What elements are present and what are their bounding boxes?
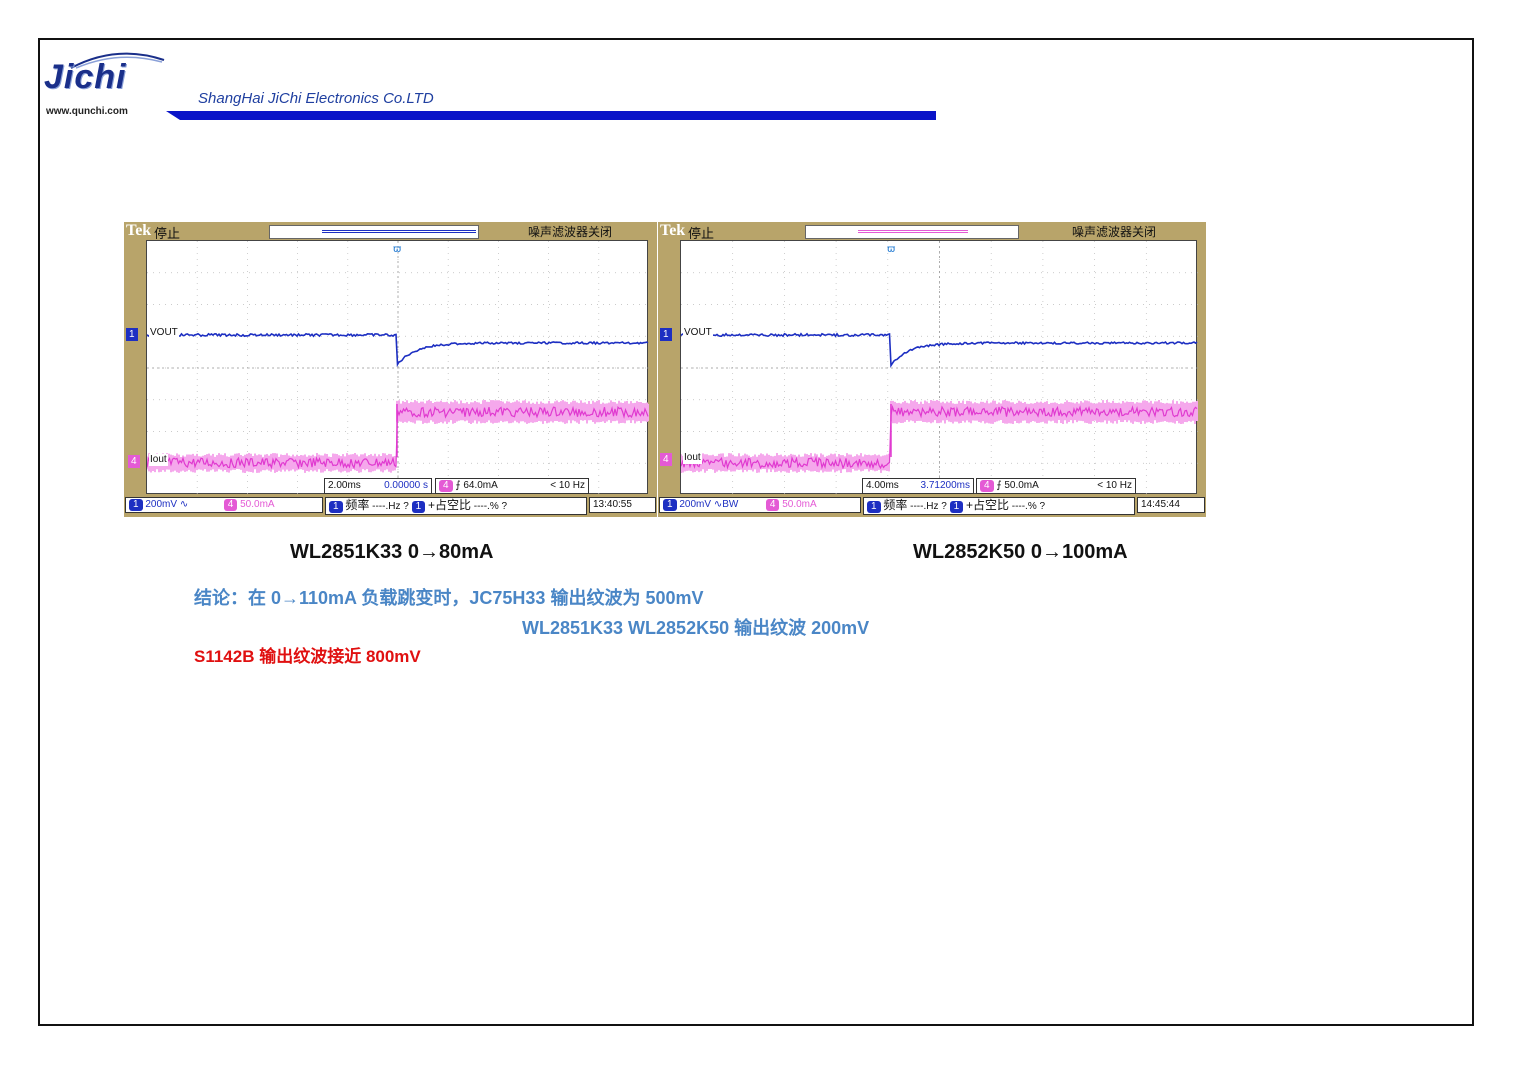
duty-label: +占空比 [965,498,1009,512]
ch4-marker: 4 [660,453,672,466]
timebase-box: 2.00ms 0.00000 s [324,478,432,494]
duty-value: ----.% [473,501,499,512]
freq-value: ----.Hz [910,501,939,512]
scope-bottom-row: 1 200mV ∿ 4 50.0mA 1 频率 ----.Hz ? 1 +占空比… [124,497,657,515]
ch4-badge: 4 [765,499,780,511]
oscilloscope-capture-1: Tek 停止 噪声滤波器关闭 ϖ 1 VOUT 4 Iout 2.00ms 0.… [124,222,657,517]
ch1-badge: 1 [663,499,677,511]
caption-scope-2: WL2852K50 0→100mA [913,541,1128,563]
duty-value: ----.% [1011,501,1037,512]
trigger-position-bar [805,225,1019,239]
trigger-position: 3.71200ms [920,480,970,491]
freq-label: 频率 [883,498,908,512]
page-frame [38,38,1474,1026]
scope-status-row: 4.00ms 3.71200ms 4 ⨍ 50.0mA < 10 Hz [658,476,1206,494]
ch1-coupling: ∿ [179,499,189,510]
scope-screen: ϖ [146,240,649,495]
duty-source: 1 [411,501,426,513]
trigger-position: 0.00000 s [384,480,428,491]
ch1-badge: 1 [129,499,143,511]
conclusion-line-1: 结论：在 0→110mA 负载跳变时，JC75H33 输出纹波为 500mV [194,588,704,608]
ch1-scale: 200mV [679,499,712,510]
ch4-scale: 50.0mA [782,499,817,510]
scope-topbar: Tek 停止 噪声滤波器关闭 [124,222,657,241]
trigger-source: 4 [980,480,994,492]
trigger-marker-icon: ϖ [393,244,402,255]
measurements-box: 1 频率 ----.Hz ? 1 +占空比 ----.% ? [325,497,587,515]
oscilloscope-capture-2: Tek 停止 噪声滤波器关闭 ϖ 1 VOUT 4 Iout 4.00ms 3.… [658,222,1206,517]
ch4-scale: 50.0mA [240,499,275,510]
scope-screen: ϖ [680,240,1198,495]
ch4-label: Iout [683,452,702,464]
ch1-marker: 1 [660,328,672,341]
ch1-coupling: ∿BW [713,499,739,510]
scope-bottom-row: 1 200mV ∿BW 4 50.0mA 1 频率 ----.Hz ? 1 +占… [658,497,1206,515]
channel-scales-box: 1 200mV ∿BW 4 50.0mA [659,497,861,513]
waveform-plot: ϖ [681,241,1198,495]
timestamp: 13:40:55 [589,497,656,513]
duty-label: +占空比 [427,498,471,512]
company-logo: Jichi www.qunchi.com [44,50,165,120]
frequency-limit: < 10 Hz [550,480,585,491]
conclusion-line-2: WL2851K33 WL2852K50 输出纹波 200mV [522,618,870,638]
scope-topbar: Tek 停止 噪声滤波器关闭 [658,222,1206,241]
trigger-level: 64.0mA [463,480,498,491]
ch1-label: VOUT [149,327,179,339]
logo-text: Jichi [44,58,127,96]
trigger-marker-icon: ϖ [887,244,896,255]
ch4-label: Iout [149,454,168,466]
timebase-box: 4.00ms 3.71200ms [862,478,974,494]
trigger-level: 50.0mA [1004,480,1039,491]
trigger-position-bar [269,225,479,239]
frequency-limit: < 10 Hz [1097,480,1132,491]
ch4-badge: 4 [223,499,238,511]
conclusion-line-3: S1142B 输出纹波接近 800mV [194,647,421,666]
freq-source: 1 [329,501,343,513]
timebase: 4.00ms [866,480,899,491]
trigger-box: 4 ⨍ 64.0mA < 10 Hz [435,478,589,494]
ch1-marker: 1 [126,328,138,341]
noise-filter-status: 噪声滤波器关闭 [1072,225,1157,239]
scope-status-row: 2.00ms 0.00000 s 4 ⨍ 64.0mA < 10 Hz [124,476,657,494]
header-bar [166,111,936,120]
noise-filter-status: 噪声滤波器关闭 [528,225,613,239]
timestamp: 14:45:44 [1137,497,1205,513]
freq-source: 1 [867,501,881,513]
freq-label: 频率 [345,498,370,512]
ch1-scale: 200mV [145,499,178,510]
logo-url: www.qunchi.com [46,106,128,117]
rising-edge-icon: ⨍ [996,480,1002,491]
scope-brand: Tek [126,222,152,239]
measurements-box: 1 频率 ----.Hz ? 1 +占空比 ----.% ? [863,497,1135,515]
ch1-label: VOUT [683,327,713,339]
rising-edge-icon: ⨍ [455,480,461,491]
trigger-source: 4 [439,480,453,492]
scope-brand: Tek [660,222,686,239]
timebase: 2.00ms [328,480,361,491]
waveform-plot: ϖ [147,241,649,495]
duty-source: 1 [949,501,964,513]
ch4-marker: 4 [128,455,140,468]
channel-scales-box: 1 200mV ∿ 4 50.0mA [125,497,323,513]
vout-trace [681,332,1198,369]
company-name: ShangHai JiChi Electronics Co.LTD [198,90,434,107]
freq-value: ----.Hz [372,501,401,512]
vout-trace [147,332,649,368]
trigger-box: 4 ⨍ 50.0mA < 10 Hz [976,478,1136,494]
caption-scope-1: WL2851K33 0→80mA [290,541,494,563]
